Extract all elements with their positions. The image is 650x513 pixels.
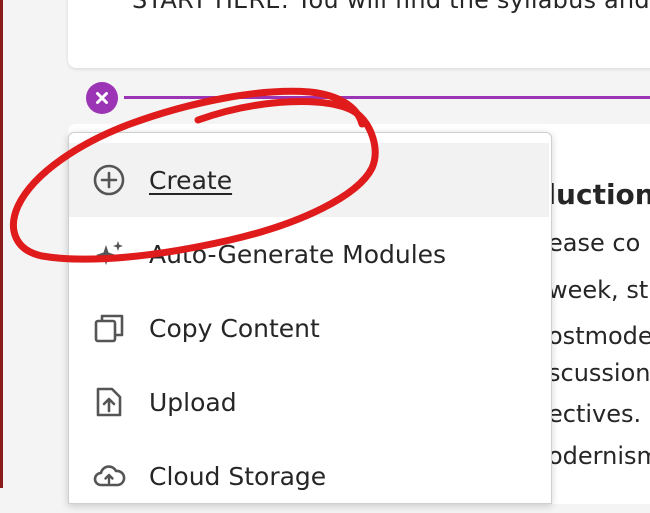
bg-line: ease co	[548, 229, 641, 257]
close-add-menu-button[interactable]	[86, 82, 118, 114]
copy-icon	[91, 310, 127, 346]
menu-item-label: Auto-Generate Modules	[149, 239, 447, 269]
menu-item-auto-generate-modules[interactable]: Auto-Generate Modules	[69, 217, 549, 291]
bg-line: scussion	[548, 359, 650, 387]
menu-item-create[interactable]: Create	[69, 143, 549, 217]
start-here-text: START HERE: You will find the syllabus a…	[132, 0, 650, 14]
left-border	[0, 0, 3, 488]
menu-item-cloud-storage[interactable]: Cloud Storage	[69, 439, 549, 513]
bg-line: odernism	[548, 442, 650, 470]
bg-line: week, st	[548, 276, 649, 304]
sparkle-icon	[91, 236, 127, 272]
bg-heading: duction	[536, 178, 650, 211]
close-icon	[96, 92, 108, 104]
menu-item-upload[interactable]: Upload	[69, 365, 549, 439]
bg-line: ostmode	[548, 322, 650, 350]
upload-icon	[91, 384, 127, 420]
bg-line: ectives. S	[548, 400, 650, 428]
menu-item-copy-content[interactable]: Copy Content	[69, 291, 549, 365]
plus-circle-icon	[91, 162, 127, 198]
menu-item-label: Cloud Storage	[149, 461, 327, 491]
menu-item-label: Upload	[149, 387, 237, 417]
menu-item-label: Create	[149, 165, 233, 195]
menu-item-label: Copy Content	[149, 313, 320, 343]
add-content-menu: Create Auto-Generate Modules Copy Conten…	[68, 132, 552, 504]
cloud-icon	[91, 458, 127, 494]
insert-content-divider	[124, 96, 650, 99]
